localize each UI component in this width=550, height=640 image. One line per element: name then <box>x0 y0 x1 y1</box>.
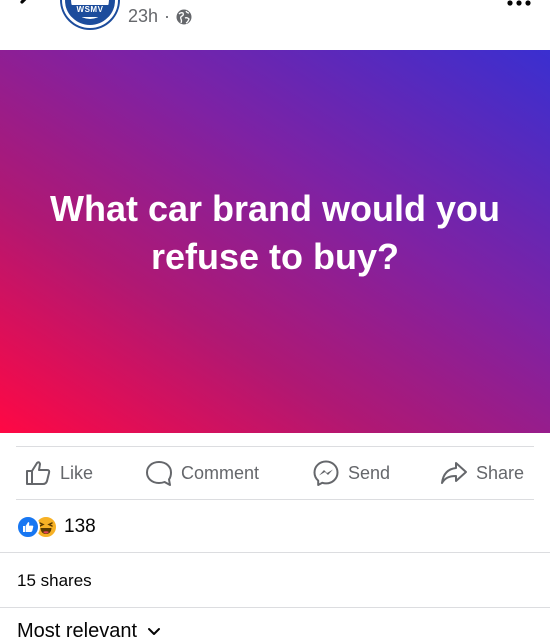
post-time[interactable]: 23h <box>128 6 158 27</box>
page-avatar[interactable]: 4 WSMV <box>62 0 118 28</box>
comment-sort-dropdown[interactable]: Most relevant <box>17 620 161 640</box>
more-options-button[interactable] <box>506 0 532 14</box>
avatar-text: WSMV <box>76 5 104 14</box>
back-button[interactable] <box>14 0 44 18</box>
divider-shares <box>0 607 550 608</box>
share-button[interactable]: Share <box>440 447 524 499</box>
reactions-summary[interactable]: 138 <box>16 514 96 540</box>
divider-actions <box>16 499 534 500</box>
post-header: 4 WSMV 23h · <box>0 0 550 50</box>
sort-label: Most relevant <box>17 620 138 640</box>
like-label: Like <box>60 462 94 483</box>
more-dots-icon <box>507 0 531 6</box>
comment-label: Comment <box>181 462 260 483</box>
shares-count[interactable]: 15 shares <box>17 571 92 591</box>
meta-separator: · <box>164 6 171 26</box>
reaction-count: 138 <box>64 516 96 537</box>
messenger-icon <box>313 460 339 486</box>
divider-stats <box>0 552 550 553</box>
thumbs-up-icon <box>26 461 51 485</box>
chevron-down-icon <box>148 627 161 635</box>
share-label: Share <box>476 462 525 483</box>
comment-button[interactable]: Comment <box>145 447 259 499</box>
like-button[interactable]: Like <box>24 447 93 499</box>
post-meta: 23h · <box>128 6 192 27</box>
globe-icon <box>176 9 192 24</box>
post-banner[interactable]: What car brand would you refuse to buy? <box>0 50 550 433</box>
chevron-left-icon <box>20 0 27 4</box>
share-arrow-icon <box>441 462 467 484</box>
action-bar: Like Comment Send Share <box>0 447 550 499</box>
send-label: Send <box>348 462 391 483</box>
comment-icon <box>146 461 172 486</box>
banner-text: What car brand would you refuse to buy? <box>49 187 501 277</box>
send-button[interactable]: Send <box>312 447 390 499</box>
like-icon <box>16 515 40 539</box>
